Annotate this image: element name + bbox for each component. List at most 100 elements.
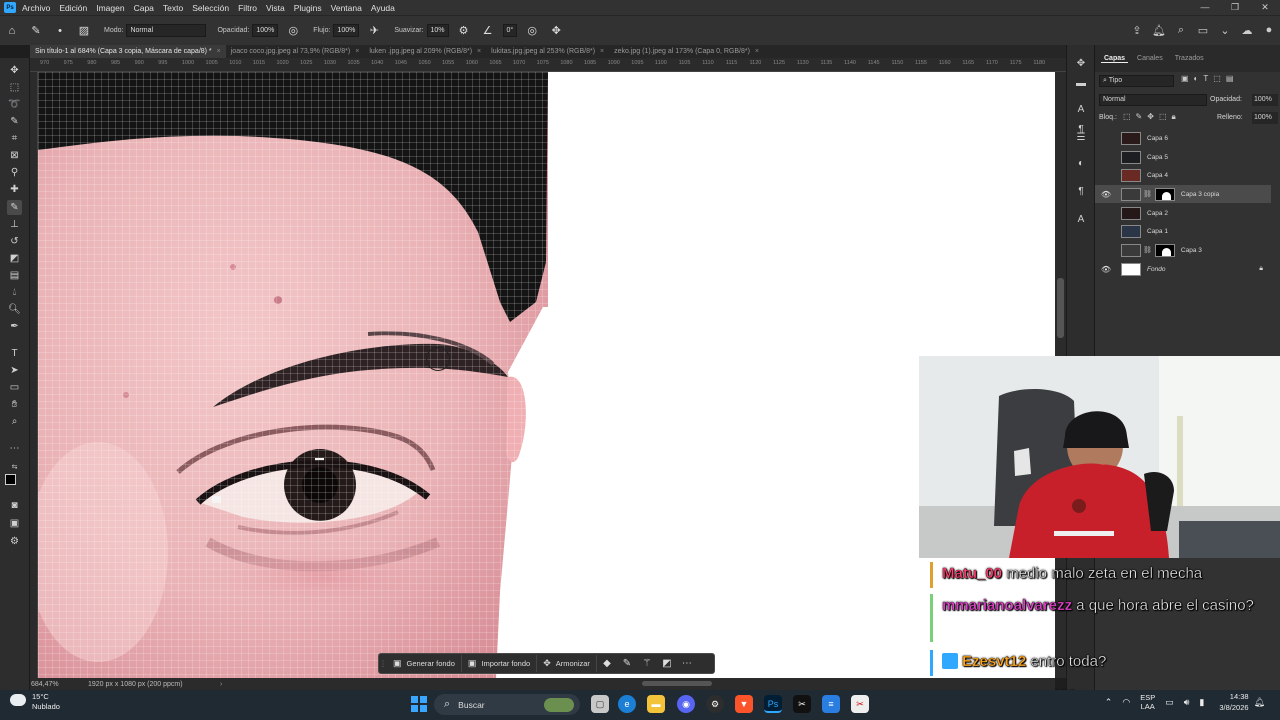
tab-document-4[interactable]: lukitas.jpg.jpeg al 253% (RGB/8*) × — [486, 45, 609, 58]
layer-mask-thumbnail[interactable] — [1154, 187, 1175, 201]
share-icon[interactable]: ⇪ — [1126, 24, 1148, 37]
generate-background-button[interactable]: ▣ Generar fondo — [387, 655, 462, 672]
brush-tool-icon[interactable]: ✎ — [7, 200, 22, 215]
more-options-icon[interactable]: ⋯ — [677, 658, 697, 669]
magic-wand-icon[interactable]: ⚚ — [637, 658, 657, 669]
smooth-field[interactable]: 10% — [426, 24, 449, 37]
foreground-color-swatch[interactable] — [5, 474, 16, 485]
chevron-up-icon[interactable]: ⌃ — [1105, 697, 1113, 708]
menu-plugins[interactable]: Plugins — [294, 3, 322, 13]
layer-row[interactable]: 👁︎ Fondo 🔒︎ — [1095, 260, 1271, 278]
tab-canales[interactable]: Canales — [1134, 55, 1166, 62]
menu-texto[interactable]: Texto — [163, 3, 183, 13]
pen-tool-icon[interactable]: ✒ — [7, 319, 22, 334]
menu-archivo[interactable]: Archivo — [22, 3, 50, 13]
menu-ventana[interactable]: Ventana — [331, 3, 362, 13]
airbrush-icon[interactable]: ✈ — [367, 24, 381, 38]
close-icon[interactable]: ✕ — [1250, 0, 1280, 15]
swap-colors-icon[interactable]: ⇆ — [7, 460, 22, 475]
scrollbar-thumb[interactable] — [1057, 278, 1064, 338]
notification-icon[interactable]: 🔔︎ — [1148, 24, 1170, 37]
close-icon[interactable]: × — [217, 48, 221, 55]
pressure-opacity-icon[interactable]: ◎ — [286, 24, 300, 38]
layer-row[interactable]: Capa 6 — [1095, 129, 1271, 147]
wifi-icon[interactable]: ◠ — [1122, 697, 1130, 708]
opacity-field[interactable]: 100% — [252, 24, 279, 37]
steam-icon[interactable]: ⚙ — [706, 695, 724, 713]
drag-handle[interactable]: ⋮ — [379, 659, 387, 668]
close-icon[interactable]: × — [600, 48, 604, 55]
adjustments-icon[interactable]: ✥ — [1074, 57, 1088, 71]
notification-bell-icon[interactable]: 🔔︎ — [1254, 697, 1265, 708]
minimize-icon[interactable]: — — [1190, 0, 1220, 15]
zoom-level[interactable]: 684,47% — [30, 681, 88, 688]
lasso-tool-icon[interactable]: ➰ — [7, 97, 22, 112]
menu-seleccion[interactable]: Selección — [192, 3, 229, 13]
zoom-tool-icon[interactable]: ⌕ — [7, 414, 22, 429]
brush-settings-icon[interactable]: ▨ — [77, 24, 91, 38]
brush-icon[interactable]: ✎ — [617, 658, 637, 669]
eye-icon[interactable]: 👁︎ — [1100, 265, 1112, 274]
layer-row[interactable]: Capa 1 — [1095, 222, 1271, 240]
layer-fill-field[interactable]: 100% — [1252, 112, 1278, 124]
character-icon[interactable]: A — [1074, 103, 1088, 117]
brush-size-icon[interactable]: • — [53, 24, 67, 38]
stamp-tool-icon[interactable]: ⊥ — [7, 217, 22, 232]
gradient-tool-icon[interactable]: ▤ — [7, 268, 22, 283]
layer-row-selected[interactable]: 👁︎ ⛓ Capa 3 copia — [1095, 185, 1271, 203]
volume-icon[interactable]: 🔊︎ — [1184, 697, 1190, 708]
layer-filter-select[interactable]: ⌕ Tipo — [1099, 75, 1174, 87]
layer-row[interactable]: Capa 4 — [1095, 166, 1271, 184]
home-icon[interactable]: ⌂ — [5, 24, 19, 38]
avatar[interactable]: ● — [1258, 24, 1280, 36]
lock-icons[interactable]: ⬚✎✥⬚🔒︎ — [1123, 112, 1181, 122]
eyedropper-tool-icon[interactable]: ⚲ — [7, 165, 22, 180]
menu-capa[interactable]: Capa — [134, 3, 154, 13]
blur-tool-icon[interactable]: 💧︎ — [7, 285, 22, 300]
chevron-down-icon[interactable]: ⌄ — [1214, 24, 1236, 37]
notepad-icon[interactable]: ≡ — [822, 695, 840, 713]
menu-filtro[interactable]: Filtro — [238, 3, 257, 13]
quick-select-tool-icon[interactable]: ✎ — [7, 114, 22, 129]
search-icon[interactable]: ⌕ — [1170, 24, 1192, 37]
tab-document-1[interactable]: Sin título-1 al 684% (Capa 3 copia, Másc… — [30, 45, 226, 58]
layer-opacity-field[interactable]: 100% — [1252, 94, 1278, 106]
close-icon[interactable]: × — [477, 48, 481, 55]
paragraph-styles-icon[interactable]: ¶ — [1074, 185, 1088, 199]
close-icon[interactable]: × — [755, 48, 759, 55]
horizontal-scrollbar-thumb[interactable] — [642, 681, 712, 686]
import-background-button[interactable]: ▣ Importar fondo — [462, 655, 538, 672]
layer-mask-thumbnail[interactable] — [1154, 243, 1175, 257]
layer-row[interactable]: ⛓ Capa 3 — [1095, 241, 1271, 259]
angle-field[interactable]: 0° — [502, 24, 518, 37]
blend-mode-select[interactable]: Normal — [1099, 94, 1207, 106]
menu-edicion[interactable]: Edición — [59, 3, 87, 13]
pressure-size-icon[interactable]: ◎ — [525, 24, 539, 38]
quick-mask-icon[interactable]: ◙ — [7, 498, 22, 513]
network-icon[interactable]: ▭ — [1165, 697, 1174, 708]
brave-icon[interactable]: ▼ — [735, 695, 753, 713]
properties-icon[interactable]: ☰ — [1074, 131, 1088, 145]
weather-widget[interactable]: 15°C Nublado — [10, 692, 60, 712]
cloud-icon[interactable]: ☁ — [1236, 24, 1258, 37]
comment-icon[interactable]: ▬ — [1074, 77, 1088, 91]
screen-mode-icon[interactable]: ▣ — [7, 516, 22, 531]
layer-filter-icons[interactable]: ▣◐T⬚▤ — [1181, 74, 1238, 83]
task-view-icon[interactable]: ▢ — [591, 695, 609, 713]
tab-document-2[interactable]: joaco coco.jpg.jpeg al 73,9% (RGB/8*) × — [226, 45, 365, 58]
healing-tool-icon[interactable]: ✚ — [7, 182, 22, 197]
color-icon[interactable]: ◐ — [1074, 157, 1088, 171]
tab-trazados[interactable]: Trazados — [1172, 55, 1207, 62]
symmetry-icon[interactable]: ✥ — [549, 24, 563, 38]
capcut-icon[interactable]: ✂ — [793, 695, 811, 713]
tab-capas[interactable]: Capas — [1101, 55, 1129, 63]
windows-start-icon[interactable] — [411, 696, 427, 712]
type-tool-icon[interactable]: T — [7, 346, 22, 361]
clock[interactable]: 14:38 3/8/2026 — [1219, 691, 1248, 713]
brush-preset-icon[interactable]: ✎ — [29, 24, 43, 38]
menu-imagen[interactable]: Imagen — [96, 3, 124, 13]
marquee-tool-icon[interactable]: ⬚ — [7, 80, 22, 95]
mode-select[interactable]: Normal — [126, 24, 207, 37]
canvas[interactable] — [38, 72, 1055, 678]
harmonize-button[interactable]: ✥ Armonizar — [537, 655, 597, 672]
